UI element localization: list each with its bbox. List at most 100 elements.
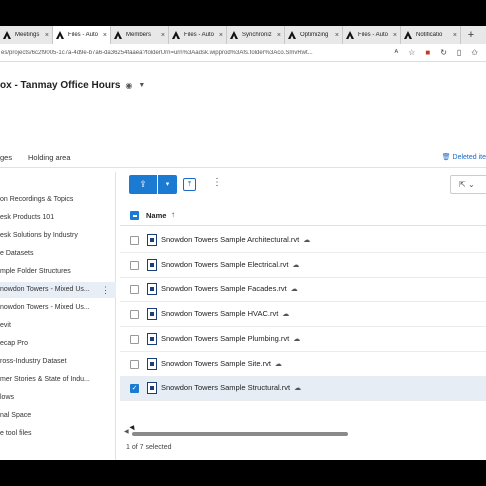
sort-ascending-icon[interactable]: ↑ [171, 210, 175, 219]
browser-tab-label: Synchroniz [242, 32, 272, 38]
url-text[interactable]: es/projects/6c2f9005-1c7a-4d9e-b7a6-da36… [0, 50, 395, 56]
folder-item-label: mple Folder Structures [0, 268, 71, 275]
row-checkbox[interactable] [130, 334, 139, 344]
folder-item[interactable]: nowdon Towers - Mixed Us... ⋮ [0, 282, 116, 298]
browser-tab[interactable]: Files - Auto × [169, 26, 227, 44]
close-tab-icon[interactable]: × [277, 32, 281, 39]
scrollbar-thumb[interactable] [132, 432, 348, 436]
table-row[interactable]: Snowdon Towers Sample Architectural.rvt ☁ [120, 228, 486, 253]
row-checkbox[interactable] [130, 260, 139, 270]
file-name[interactable]: Snowdon Towers Sample Site.rvt ☁ [161, 359, 282, 368]
cloud-sync-icon: ☁ [290, 286, 298, 294]
chevron-down-icon[interactable]: ▼ [138, 82, 145, 89]
cloud-sync-icon: ☁ [303, 237, 311, 244]
file-name[interactable]: Snowdon Towers Sample Facades.rvt ☁ [161, 284, 298, 293]
folder-item[interactable]: on Recordings & Topics [0, 192, 116, 208]
close-tab-icon[interactable]: × [103, 32, 107, 39]
revit-file-icon [147, 258, 157, 271]
file-name-text: Snowdon Towers Sample Structural.rvt [161, 383, 291, 393]
extension-icon[interactable]: ■ [425, 48, 430, 57]
row-checkbox[interactable] [130, 359, 139, 369]
share-button[interactable]: ⇱ ⌄ [450, 175, 486, 194]
more-actions-icon[interactable]: ⋮ [212, 177, 222, 188]
reader-icon[interactable]: ᴬ [395, 48, 399, 57]
folder-item[interactable]: esk Products 101 [0, 210, 116, 226]
table-row[interactable]: ✓ Snowdon Towers Sample Structural.rvt ☁ [120, 376, 486, 402]
table-row[interactable]: Snowdon Towers Sample HVAC.rvt ☁ [120, 302, 486, 328]
file-name[interactable]: Snowdon Towers Sample HVAC.rvt ☁ [161, 309, 289, 318]
table-row[interactable]: Snowdon Towers Sample Site.rvt ☁ [120, 352, 486, 377]
row-checkbox[interactable]: ✓ [130, 384, 139, 394]
deleted-items-link[interactable]: 🗑 Deleted ite [442, 153, 486, 161]
folder-item[interactable]: evit [0, 318, 116, 334]
table-row[interactable]: Snowdon Towers Sample Electrical.rvt ☁ [120, 253, 486, 278]
folder-item[interactable]: esk Solutions by Industry [0, 228, 116, 244]
refresh-icon[interactable]: ↻ [440, 48, 447, 57]
column-header-name[interactable]: Name [146, 211, 166, 220]
browser-tab[interactable]: Files - Auto × [53, 26, 111, 44]
cloud-sync-icon: ☁ [292, 261, 300, 269]
browser-tab[interactable]: Members × [111, 26, 169, 44]
folder-item-label: ecap Pro [0, 340, 29, 347]
folder-item-label: e tool files [0, 430, 32, 437]
browser-tab-strip: Meetings × Files - Auto × Members × Files - Au… [0, 26, 486, 44]
browser-tab[interactable]: Files - Auto × [343, 26, 401, 44]
row-checkbox[interactable] [130, 236, 139, 245]
folder-item[interactable]: mple Folder Structures [0, 264, 116, 280]
close-tab-icon[interactable]: × [393, 32, 397, 39]
upload-options-button[interactable]: ▾ [158, 175, 177, 194]
close-tab-icon[interactable]: × [453, 32, 457, 39]
section-tabs: ges Holding area 🗑 Deleted ite [0, 150, 486, 168]
new-tab-button[interactable]: + [461, 26, 481, 44]
folder-item[interactable]: nal Space [0, 408, 116, 424]
file-name[interactable]: Snowdon Towers Sample Plumbing.rvt ☁ [161, 334, 300, 343]
browser-tab[interactable]: Synchroniz × [227, 26, 285, 44]
folder-item-label: Recordings & Topics [9, 196, 74, 203]
close-tab-icon[interactable]: × [161, 32, 165, 39]
close-tab-icon[interactable]: × [335, 32, 339, 39]
folder-item[interactable]: ross-Industry Dataset [0, 354, 116, 370]
deleted-items-label: Deleted ite [452, 154, 486, 161]
revit-file-icon [147, 283, 157, 296]
close-tab-icon[interactable]: × [219, 32, 223, 39]
split-screen-icon[interactable]: ▯ [457, 48, 461, 57]
browser-tab-label: Notificatio [416, 32, 443, 38]
file-name[interactable]: Snowdon Towers Sample Structural.rvt ☁ [161, 383, 301, 392]
upload-button[interactable]: ⇪ [129, 175, 157, 194]
browser-tab[interactable]: Notificatio × [401, 26, 461, 44]
browser-tab[interactable]: Optimizing × [285, 26, 343, 44]
favorites-icon[interactable]: ✩ [471, 48, 478, 57]
table-row[interactable]: Snowdon Towers Sample Facades.rvt ☁ [120, 277, 486, 303]
address-bar[interactable]: es/projects/6c2f9005-1c7a-4d9e-b7a6-da36… [0, 44, 486, 62]
folder-item-label: e Datasets [0, 250, 34, 257]
folder-item[interactable]: e Datasets [0, 246, 116, 262]
project-title[interactable]: ox - Tanmay Office Hours [0, 80, 120, 91]
folder-item[interactable]: mer Stories & State of Indu... [0, 372, 116, 388]
file-name[interactable]: Snowdon Towers Sample Architectural.rvt ☁ [161, 235, 310, 244]
table-row[interactable]: Snowdon Towers Sample Plumbing.rvt ☁ [120, 327, 486, 352]
favorite-star-icon[interactable]: ☆ [408, 48, 415, 57]
folder-more-icon[interactable]: ⋮ [101, 282, 110, 298]
folder-item[interactable]: e tool files [0, 426, 116, 442]
chevron-down-icon: ⌄ [467, 180, 475, 189]
browser-tab-label: Members [126, 32, 152, 38]
revit-file-icon [147, 357, 157, 370]
folder-item-label: esk Products 101 [0, 214, 55, 221]
browser-tab[interactable]: Meetings × [0, 26, 53, 44]
folder-item[interactable]: nowdon Towers - Mixed Us... [0, 300, 116, 316]
selection-status: 1 of 7 selected [126, 444, 172, 451]
row-checkbox[interactable] [130, 285, 139, 295]
tab-holding-area[interactable]: Holding area [28, 153, 71, 162]
folder-item[interactable]: lows [0, 390, 116, 406]
revit-file-icon [147, 332, 157, 345]
close-tab-icon[interactable]: × [45, 32, 49, 39]
autodesk-logo-icon [230, 31, 238, 39]
file-name[interactable]: Snowdon Towers Sample Electrical.rvt ☁ [161, 260, 299, 269]
tab-pages[interactable]: ges [0, 153, 12, 162]
revit-file-icon [147, 382, 157, 395]
select-all-checkbox[interactable] [130, 211, 139, 220]
row-checkbox[interactable] [130, 310, 139, 320]
folder-item[interactable]: ecap Pro [0, 336, 116, 352]
upload-box-icon[interactable]: ⤒ [183, 178, 196, 191]
autodesk-logo-icon [404, 31, 412, 39]
